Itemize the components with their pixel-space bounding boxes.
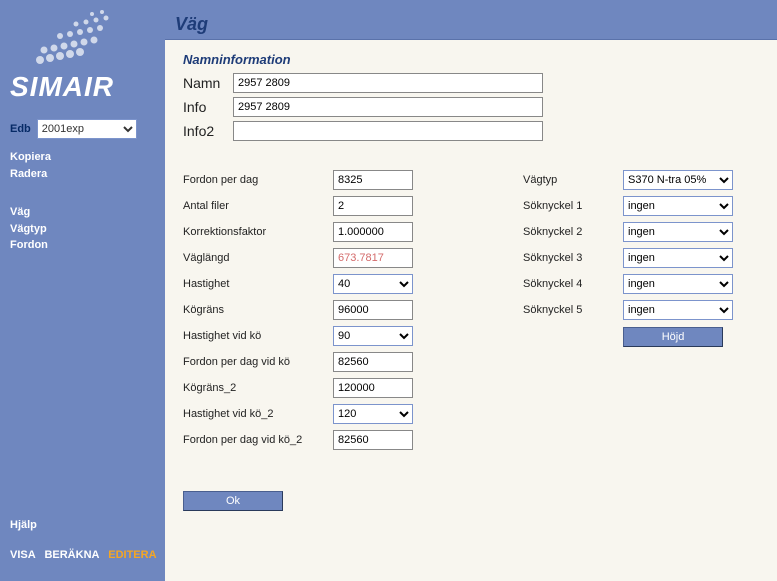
label-kograns-2: Kögräns_2 bbox=[183, 382, 333, 394]
select-soknyckel-3[interactable]: ingen bbox=[623, 248, 733, 268]
sidebar-link-help[interactable]: Hjälp bbox=[10, 519, 157, 531]
sidebar: SIMAIR Edb 2001exp Kopiera Radera Väg Vä… bbox=[0, 0, 165, 581]
label-soknyckel-3: Söknyckel 3 bbox=[523, 252, 623, 264]
form-columns: Fordon per dag Antal filer Korrektionsfa… bbox=[183, 169, 759, 511]
hojd-button[interactable]: Höjd bbox=[623, 327, 723, 347]
label-hastighet-vid-ko: Hastighet vid kö bbox=[183, 330, 333, 342]
input-antal-filer[interactable] bbox=[333, 196, 413, 216]
col-left: Fordon per dag Antal filer Korrektionsfa… bbox=[183, 169, 463, 511]
label-vagtyp: Vägtyp bbox=[523, 174, 623, 186]
sidebar-link-vagtyp[interactable]: Vägtyp bbox=[10, 221, 155, 238]
label-info: Info bbox=[183, 99, 233, 115]
label-kograns: Kögräns bbox=[183, 304, 333, 316]
sidebar-link-kopiera[interactable]: Kopiera bbox=[10, 149, 155, 166]
label-fordon-per-dag-vid-ko-2: Fordon per dag vid kö_2 bbox=[183, 434, 333, 446]
input-info[interactable] bbox=[233, 97, 543, 117]
row-info: Info bbox=[183, 97, 759, 117]
input-namn[interactable] bbox=[233, 73, 543, 93]
input-kograns[interactable] bbox=[333, 300, 413, 320]
label-soknyckel-2: Söknyckel 2 bbox=[523, 226, 623, 238]
select-hastighet-vid-ko-2[interactable]: 120 bbox=[333, 404, 413, 424]
input-fordon-per-dag[interactable] bbox=[333, 170, 413, 190]
row-info2: Info2 bbox=[183, 121, 759, 141]
label-antal-filer: Antal filer bbox=[183, 200, 333, 212]
main: Väg Namninformation Namn Info Info2 Ford… bbox=[165, 0, 777, 581]
sidebar-link-vag[interactable]: Väg bbox=[10, 204, 155, 221]
edb-row: Edb 2001exp bbox=[0, 113, 165, 145]
label-fordon-per-dag-vid-ko: Fordon per dag vid kö bbox=[183, 356, 333, 368]
ok-button[interactable]: Ok bbox=[183, 491, 283, 511]
row-namn: Namn bbox=[183, 73, 759, 93]
mode-visa[interactable]: VISA bbox=[10, 549, 35, 561]
label-namn: Namn bbox=[183, 75, 233, 91]
logo-area: SIMAIR bbox=[0, 0, 165, 113]
breadcrumb: Väg bbox=[175, 14, 208, 35]
select-vagtyp[interactable]: S370 N-tra 05% bbox=[623, 170, 733, 190]
sidebar-link-fordon[interactable]: Fordon bbox=[10, 237, 155, 254]
col-right: Vägtyp S370 N-tra 05% Söknyckel 1 ingen … bbox=[523, 169, 759, 511]
sidebar-bottom: Hjälp VISA BERÄKNA EDITERA bbox=[10, 519, 157, 561]
input-info2[interactable] bbox=[233, 121, 543, 141]
mode-row: VISA BERÄKNA EDITERA bbox=[10, 549, 157, 561]
label-korrektionsfaktor: Korrektionsfaktor bbox=[183, 226, 333, 238]
section-title: Namninformation bbox=[183, 52, 759, 67]
select-soknyckel-2[interactable]: ingen bbox=[623, 222, 733, 242]
side-links-1: Kopiera Radera bbox=[0, 145, 165, 182]
mode-editera[interactable]: EDITERA bbox=[108, 549, 156, 561]
app-title: SIMAIR bbox=[10, 71, 165, 103]
input-fordon-per-dag-vid-ko-2[interactable] bbox=[333, 430, 413, 450]
side-links-2: Väg Vägtyp Fordon bbox=[0, 200, 165, 254]
label-fordon-per-dag: Fordon per dag bbox=[183, 174, 333, 186]
label-soknyckel-4: Söknyckel 4 bbox=[523, 278, 623, 290]
select-soknyckel-4[interactable]: ingen bbox=[623, 274, 733, 294]
label-vaglangd: Väglängd bbox=[183, 252, 333, 264]
label-info2: Info2 bbox=[183, 123, 233, 139]
label-hastighet: Hastighet bbox=[183, 278, 333, 290]
content: Namninformation Namn Info Info2 Fordon p… bbox=[165, 40, 777, 523]
top-bar: Väg bbox=[165, 0, 777, 40]
sidebar-link-radera[interactable]: Radera bbox=[10, 166, 155, 183]
dot-logo-icon bbox=[10, 10, 140, 70]
label-soknyckel-5: Söknyckel 5 bbox=[523, 304, 623, 316]
edb-label: Edb bbox=[10, 123, 31, 135]
label-hastighet-vid-ko-2: Hastighet vid kö_2 bbox=[183, 408, 333, 420]
select-soknyckel-1[interactable]: ingen bbox=[623, 196, 733, 216]
label-soknyckel-1: Söknyckel 1 bbox=[523, 200, 623, 212]
input-vaglangd bbox=[333, 248, 413, 268]
app-root: SIMAIR Edb 2001exp Kopiera Radera Väg Vä… bbox=[0, 0, 777, 581]
edb-select[interactable]: 2001exp bbox=[37, 119, 137, 139]
mode-berakna[interactable]: BERÄKNA bbox=[44, 549, 99, 561]
input-korrektionsfaktor[interactable] bbox=[333, 222, 413, 242]
input-fordon-per-dag-vid-ko[interactable] bbox=[333, 352, 413, 372]
input-kograns-2[interactable] bbox=[333, 378, 413, 398]
select-hastighet-vid-ko[interactable]: 90 bbox=[333, 326, 413, 346]
select-soknyckel-5[interactable]: ingen bbox=[623, 300, 733, 320]
select-hastighet[interactable]: 40 bbox=[333, 274, 413, 294]
